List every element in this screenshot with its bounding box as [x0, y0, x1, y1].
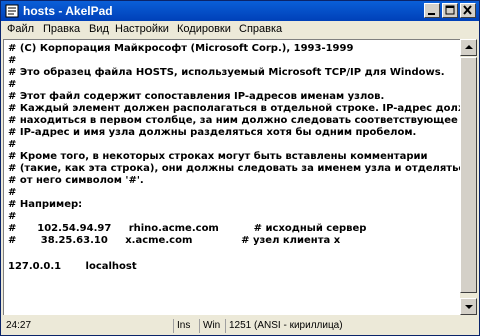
menu-encodings[interactable]: Кодировки	[177, 23, 231, 36]
text-line: #	[8, 211, 17, 222]
vertical-scrollbar[interactable]	[460, 39, 477, 315]
text-line: # (такие, как эта строка), они должны сл…	[8, 163, 460, 174]
text-line: #	[8, 139, 17, 150]
text-line: # IP-адрес и имя узла должны разделяться…	[8, 127, 417, 138]
maximize-button[interactable]	[442, 3, 458, 18]
title-bar[interactable]: hosts - AkelPad	[1, 1, 479, 21]
text-line: # Это образец файла HOSTS, используемый …	[8, 67, 445, 78]
window-title: hosts - AkelPad	[23, 4, 113, 18]
scroll-thumb[interactable]	[460, 57, 477, 293]
text-line: #	[8, 55, 17, 66]
menu-help[interactable]: Справка	[239, 23, 282, 36]
minimize-icon	[428, 13, 435, 15]
cursor-position: 24:27	[6, 320, 32, 331]
text-line: # от него символом '#'.	[8, 175, 144, 186]
menu-settings[interactable]: Настройки	[115, 23, 169, 36]
text-line: # находиться в первом столбце, за ним до…	[8, 115, 460, 126]
text-line: # (C) Корпорация Майкрософт (Microsoft C…	[8, 43, 354, 54]
status-bar: 24:27 Ins Win 1251 (ANSI - кириллица)	[1, 317, 479, 335]
text-line: # Кроме того, в некоторых строках могут …	[8, 151, 428, 162]
text-editor[interactable]: # (C) Корпорация Майкрософт (Microsoft C…	[3, 39, 460, 315]
text-line: 127.0.0.1 localhost	[8, 261, 137, 272]
insert-mode[interactable]: Ins	[173, 319, 197, 333]
maximize-icon	[445, 5, 455, 15]
close-icon	[463, 5, 472, 15]
encoding[interactable]: 1251 (ANSI - кириллица)	[225, 319, 479, 333]
text-line: # Например:	[8, 199, 83, 210]
text-line: # 38.25.63.10 x.acme.com # узел клиента …	[8, 235, 341, 246]
arrow-down-icon	[465, 305, 473, 309]
editor-window: hosts - AkelPad Файл Правка Вид Настройк…	[0, 0, 480, 336]
text-line: #	[8, 79, 17, 90]
notepad-icon	[5, 4, 19, 18]
menu-file[interactable]: Файл	[7, 23, 34, 36]
text-line: # 102.54.94.97 rhino.acme.com # исходный…	[8, 223, 367, 234]
minimize-button[interactable]	[424, 3, 440, 18]
menu-edit[interactable]: Правка	[43, 23, 80, 36]
line-ending[interactable]: Win	[199, 319, 223, 333]
arrow-up-icon	[465, 45, 473, 49]
scroll-up-button[interactable]	[460, 39, 477, 56]
text-line: # Каждый элемент должен располагаться в …	[8, 103, 460, 114]
text-line: # Этот файл содержит сопоставления IP-ад…	[8, 91, 385, 102]
menu-bar: Файл Правка Вид Настройки Кодировки Спра…	[1, 21, 479, 38]
text-line: #	[8, 187, 17, 198]
menu-view[interactable]: Вид	[89, 23, 109, 36]
close-button[interactable]	[460, 3, 476, 18]
scroll-down-button[interactable]	[460, 298, 477, 315]
